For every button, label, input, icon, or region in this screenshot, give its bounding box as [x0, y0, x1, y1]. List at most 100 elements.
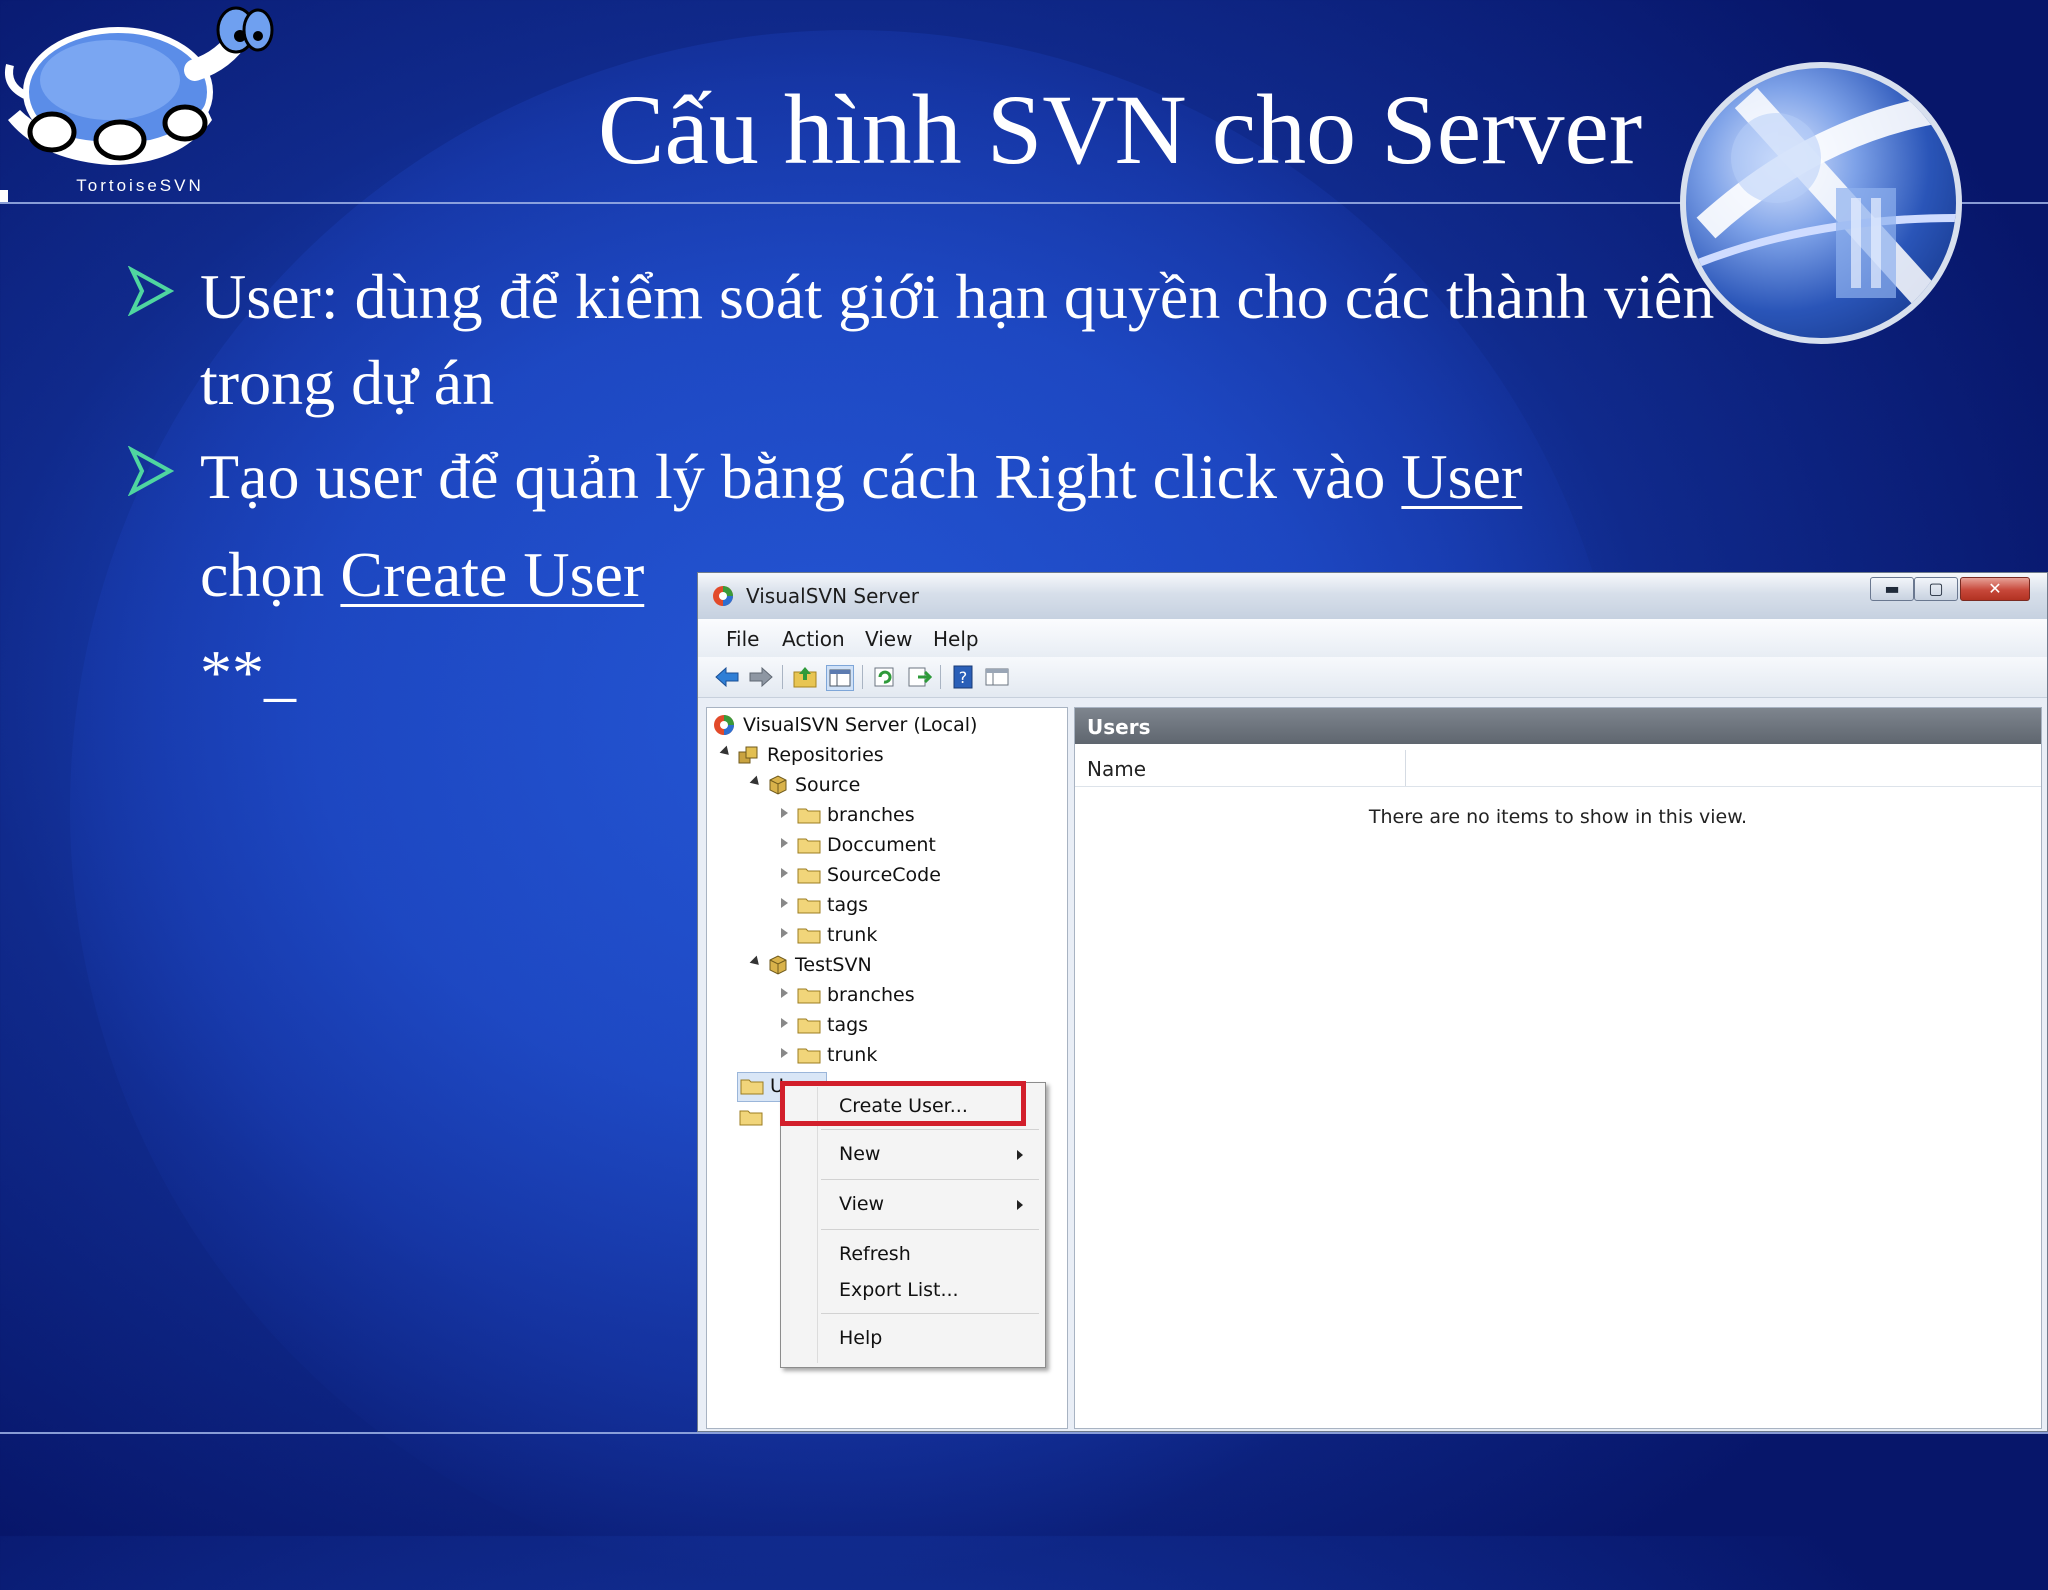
tortoisesvn-logo: TortoiseSVN — [0, 0, 290, 205]
forward-icon[interactable] — [748, 665, 774, 689]
menu-gutter — [817, 1087, 818, 1363]
menu-view[interactable]: View — [865, 627, 912, 651]
menu-help[interactable]: Help — [839, 1327, 882, 1349]
close-icon: ✕ — [1988, 579, 2002, 598]
bullet-2-text: Tạo user để quản lý bằng cách Right clic… — [200, 441, 1402, 512]
column-name[interactable]: Name — [1087, 757, 1146, 781]
back-icon[interactable] — [714, 665, 740, 689]
help-icon[interactable]: ? — [950, 665, 976, 689]
repository-icon — [769, 775, 787, 795]
tree-root-label: VisualSVN Server (Local) — [743, 714, 978, 736]
maximize-button[interactable]: ▢ — [1914, 577, 1958, 601]
up-folder-icon[interactable] — [792, 665, 818, 689]
export-list-icon[interactable] — [906, 665, 932, 689]
show-hide-tree-icon[interactable] — [826, 665, 854, 691]
extra-text: **_ — [200, 637, 296, 708]
submenu-arrow-icon — [1017, 1150, 1023, 1160]
column-divider[interactable] — [1405, 750, 1406, 786]
toolbar: ? — [698, 657, 2047, 698]
menu-bar: File Action View Help — [698, 619, 2047, 657]
menu-separator — [821, 1229, 1039, 1230]
empty-message: There are no items to show in this view. — [1368, 806, 1748, 828]
folder-icon — [797, 988, 821, 1004]
footer-divider — [0, 1432, 2048, 1434]
menu-separator — [821, 1129, 1039, 1130]
content-header: Users — [1075, 708, 2041, 744]
server-icon — [714, 715, 734, 735]
expand-icon[interactable] — [781, 1048, 788, 1058]
menu-action[interactable]: Action — [782, 627, 845, 651]
tree-folder-label: trunk — [827, 924, 878, 946]
tree-folder-label: SourceCode — [827, 864, 941, 886]
tree-source-label: Source — [795, 774, 861, 796]
collapse-icon[interactable] — [749, 775, 763, 789]
repositories-icon — [738, 746, 758, 764]
menu-export-list[interactable]: Export List... — [839, 1279, 959, 1301]
visualsvn-app-icon — [713, 586, 733, 606]
slide-title: Cấu hình SVN cho Server — [597, 74, 1643, 185]
menu-help[interactable]: Help — [933, 627, 979, 651]
expand-icon[interactable] — [781, 868, 788, 878]
toolbar-separator — [940, 665, 941, 689]
user-link[interactable]: User — [1401, 441, 1522, 512]
collapse-icon[interactable] — [749, 955, 763, 969]
menu-separator — [821, 1179, 1039, 1180]
bullet-arrow-icon — [128, 266, 174, 316]
tree-folder-label: tags — [827, 894, 869, 916]
expand-icon[interactable] — [781, 1018, 788, 1028]
submenu-arrow-icon — [1017, 1200, 1023, 1210]
content-pane: Users Name There are no items to show in… — [1074, 707, 2042, 1429]
folder-icon — [797, 928, 821, 944]
globe-image — [1680, 62, 1962, 344]
refresh-icon[interactable] — [872, 665, 898, 689]
bullet-1-line-1: User: dùng để kiểm soát giới hạn quyền c… — [200, 261, 1715, 332]
folder-icon — [739, 1110, 763, 1126]
window-title: VisualSVN Server — [746, 584, 919, 608]
expand-icon[interactable] — [781, 898, 788, 908]
expand-icon[interactable] — [781, 838, 788, 848]
properties-icon[interactable] — [984, 665, 1010, 689]
maximize-icon: ▢ — [1928, 579, 1944, 598]
menu-file[interactable]: File — [726, 627, 759, 651]
toolbar-separator — [862, 665, 863, 689]
toolbar-separator — [782, 665, 783, 689]
window-titlebar[interactable]: VisualSVN Server ▬ ▢ ✕ — [698, 573, 2047, 620]
repository-icon — [769, 955, 787, 975]
collapse-icon[interactable] — [719, 745, 733, 759]
create-user-link[interactable]: Create User — [340, 539, 644, 610]
tree-folder-label: trunk — [827, 1044, 878, 1066]
folder-icon — [797, 1048, 821, 1064]
tree-folder-label: branches — [827, 804, 915, 826]
folder-icon — [797, 898, 821, 914]
tree-folder-label: tags — [827, 1014, 869, 1036]
tree-testsvn-label: TestSVN — [795, 954, 872, 976]
bullet-2-line-1: Tạo user để quản lý bằng cách Right clic… — [200, 434, 1522, 520]
folder-icon — [797, 838, 821, 854]
menu-new[interactable]: New — [839, 1143, 880, 1165]
logo-text: TortoiseSVN — [76, 176, 204, 195]
minimize-icon: ▬ — [1884, 579, 1900, 598]
turtle-icon — [5, 6, 274, 165]
menu-refresh[interactable]: Refresh — [839, 1243, 911, 1265]
tree-repositories-label: Repositories — [767, 744, 884, 766]
globe-graphic — [1686, 87, 1956, 319]
folder-icon — [797, 808, 821, 824]
expand-icon[interactable] — [781, 808, 788, 818]
logo-mark — [0, 190, 8, 202]
tree-folder-label: branches — [827, 984, 915, 1006]
close-button[interactable]: ✕ — [1960, 577, 2030, 601]
expand-icon[interactable] — [781, 928, 788, 938]
column-header[interactable]: Name — [1075, 750, 2041, 787]
folder-icon — [740, 1079, 764, 1095]
menu-separator — [821, 1313, 1039, 1314]
tree-folder-label: Doccument — [827, 834, 936, 856]
folder-icon — [797, 868, 821, 884]
bullet-arrow-icon — [128, 446, 174, 496]
content-header-title: Users — [1087, 715, 1151, 739]
minimize-button[interactable]: ▬ — [1870, 577, 1914, 601]
folder-icon — [797, 1018, 821, 1034]
expand-icon[interactable] — [781, 988, 788, 998]
menu-view[interactable]: View — [839, 1193, 884, 1215]
svg-text:?: ? — [959, 668, 968, 687]
bullet-1-line-2: trong dự án — [200, 347, 495, 418]
